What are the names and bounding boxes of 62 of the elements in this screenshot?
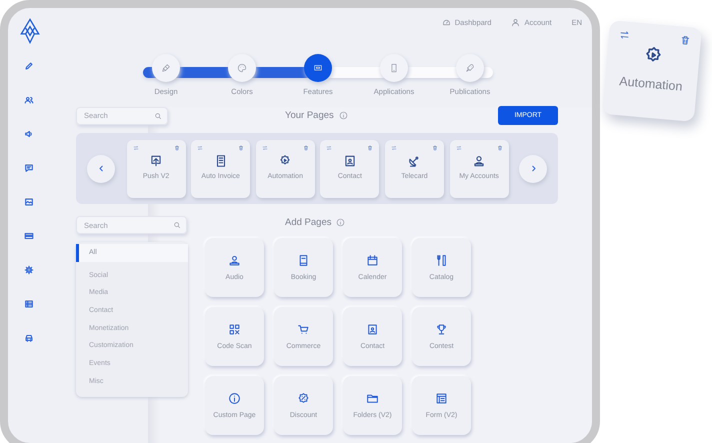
swap-icon[interactable] [132,144,139,150]
step-node[interactable] [152,54,180,82]
step-node[interactable] [456,54,484,82]
swap-icon[interactable] [262,144,268,150]
chat-icon[interactable] [24,163,34,173]
upload-icon [149,154,164,168]
trash-icon[interactable] [238,144,244,150]
swap-icon[interactable] [326,144,332,150]
cutlery-icon [435,254,448,267]
cart-icon [297,323,310,336]
swap-icon[interactable] [456,144,462,150]
swap-icon[interactable] [390,144,397,150]
search-icon [173,221,181,229]
swap-icon[interactable] [197,144,204,150]
chevron-left-icon [96,164,106,173]
palette-icon [237,63,247,73]
person-icon [228,254,241,267]
trash-icon[interactable] [367,144,374,150]
book-icon [297,254,310,267]
info-icon[interactable] [336,218,346,226]
brush-icon [161,63,171,73]
trash-icon[interactable] [679,34,692,46]
swap-icon[interactable] [618,29,630,41]
monitor-icon [313,63,323,73]
rocket-icon [465,63,475,73]
page-card[interactable]: Automation [602,20,702,122]
section-title: Add Pages [285,216,332,228]
form-icon [435,392,448,405]
step-node[interactable] [304,54,332,82]
logo-icon[interactable] [18,18,42,44]
user-icon [511,18,520,27]
pencil-icon[interactable] [24,61,34,71]
info-icon[interactable] [338,111,348,120]
step-node[interactable] [380,54,408,82]
trash-icon[interactable] [174,144,180,150]
info-icon [228,392,241,405]
trash-icon[interactable] [432,144,438,150]
user-icon [472,154,486,168]
section-title: Your Pages [285,110,334,121]
satellite-dish-icon [407,154,422,168]
search-icon [154,112,162,120]
image-icon[interactable] [24,197,34,207]
qr-code-icon [228,323,241,336]
dashboard-icon [442,18,451,27]
page-label: Automation [618,74,683,94]
credit-card-icon[interactable] [24,231,34,241]
contact-card-icon [366,323,379,336]
users-icon[interactable] [24,95,34,105]
contact-card-icon [342,154,357,168]
phone-icon [389,63,399,73]
discount-icon [297,392,310,405]
calendar-icon [366,254,379,267]
trash-icon[interactable] [496,144,503,150]
settings-icon[interactable] [24,265,34,275]
megaphone-icon[interactable] [24,129,34,139]
folder-icon [366,392,379,405]
gear-play-icon [278,154,292,168]
step-node[interactable] [228,54,256,82]
trash-icon[interactable] [302,144,309,150]
table-icon[interactable] [24,299,34,309]
car-icon[interactable] [24,333,34,343]
trophy-icon [435,323,448,336]
